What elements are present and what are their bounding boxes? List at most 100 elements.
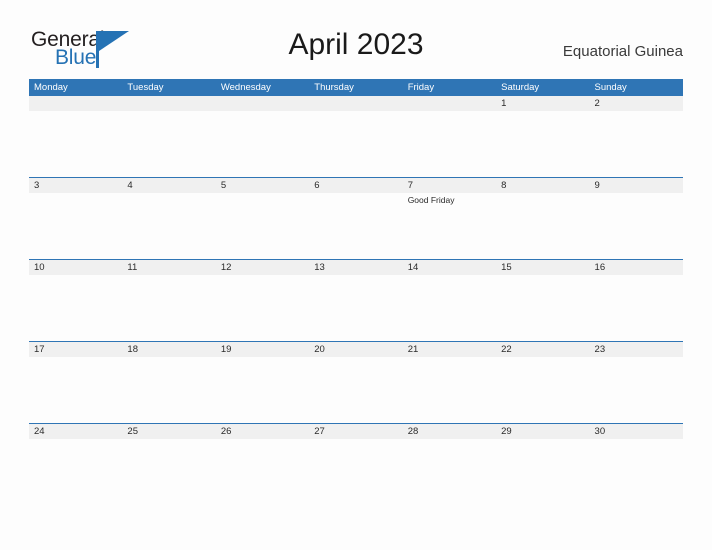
- day-number: 11: [127, 262, 138, 273]
- day-cell-empty: [309, 96, 403, 177]
- day-number-band: 10: [29, 260, 123, 275]
- day-number: 23: [594, 344, 606, 355]
- day-number-band: 30: [589, 424, 683, 439]
- day-events: [590, 193, 683, 195]
- day-number: 29: [501, 426, 512, 437]
- day-number-band: 26: [215, 424, 310, 439]
- day-events: [496, 439, 589, 441]
- day-cell[interactable]: 15: [496, 260, 590, 341]
- day-number: 2: [594, 98, 600, 109]
- day-cell[interactable]: 17: [29, 342, 123, 423]
- day-events: [496, 111, 589, 113]
- day-events: [29, 111, 122, 113]
- day-cell[interactable]: 1: [496, 96, 590, 177]
- day-number-band: 4: [122, 178, 216, 193]
- day-number: 25: [127, 426, 138, 437]
- day-number-band: 13: [309, 260, 403, 275]
- weekday-saturday: Saturday: [501, 82, 540, 93]
- day-number: 6: [314, 180, 320, 191]
- day-cell[interactable]: 3: [29, 178, 123, 259]
- day-cell[interactable]: 4: [122, 178, 216, 259]
- country-label: Equatorial Guinea: [562, 43, 683, 60]
- day-events: [309, 275, 402, 277]
- day-cell[interactable]: 5: [215, 178, 310, 259]
- calendar-week-row: 17 18 19 20 21 22 23: [29, 341, 683, 423]
- day-cell[interactable]: 9: [589, 178, 683, 259]
- day-events: [29, 275, 122, 277]
- page-header: General Blue April 2023 Equatorial Guine…: [0, 0, 712, 69]
- day-cell[interactable]: 8: [496, 178, 590, 259]
- day-cell[interactable]: 11: [122, 260, 216, 341]
- day-cell[interactable]: 28: [402, 424, 497, 505]
- day-cell[interactable]: 7 Good Friday: [402, 178, 497, 259]
- day-number-band: [215, 96, 310, 111]
- day-cell[interactable]: 21: [402, 342, 497, 423]
- day-events: [29, 439, 122, 441]
- day-events: [216, 439, 309, 441]
- day-cell[interactable]: 14: [402, 260, 497, 341]
- day-cell-empty: [29, 96, 123, 177]
- day-number-band: 29: [496, 424, 590, 439]
- day-number: 1: [501, 98, 507, 109]
- day-events: [29, 357, 122, 359]
- day-number: 7: [407, 180, 413, 191]
- day-number: 5: [220, 180, 227, 191]
- day-number-band: 5: [215, 178, 310, 193]
- day-cell[interactable]: 19: [215, 342, 310, 423]
- day-number-band: 24: [29, 424, 123, 439]
- day-cell[interactable]: 10: [29, 260, 123, 341]
- day-number: 21: [407, 344, 419, 355]
- day-cell[interactable]: 24: [29, 424, 123, 505]
- day-number-band: 8: [496, 178, 590, 193]
- day-events: [590, 439, 683, 441]
- day-cell[interactable]: 18: [122, 342, 216, 423]
- day-cell[interactable]: 30: [589, 424, 683, 505]
- day-number: 20: [314, 344, 325, 355]
- day-number-band: 28: [402, 424, 497, 439]
- day-number: 24: [34, 426, 45, 437]
- day-events: [403, 439, 496, 441]
- day-events: [590, 111, 683, 113]
- day-cell[interactable]: 23: [589, 342, 683, 423]
- day-number-band: 19: [215, 342, 310, 357]
- day-events: [122, 111, 215, 113]
- day-cell[interactable]: 29: [496, 424, 590, 505]
- day-events: [590, 357, 683, 359]
- day-events: [403, 275, 496, 277]
- calendar-week-row: 12: [29, 96, 683, 177]
- day-cell[interactable]: 12: [215, 260, 310, 341]
- day-cell[interactable]: 20: [309, 342, 403, 423]
- day-number-band: [402, 96, 497, 111]
- weekday-friday: Friday: [407, 82, 435, 93]
- day-number-band: [29, 96, 123, 111]
- day-cell[interactable]: 27: [309, 424, 403, 505]
- day-number-band: 14: [402, 260, 497, 275]
- day-events: [496, 357, 589, 359]
- day-events: [122, 275, 215, 277]
- day-events: [590, 275, 683, 277]
- day-number-band: 2: [589, 96, 683, 111]
- day-number: 22: [501, 344, 512, 355]
- day-number: 27: [314, 426, 325, 437]
- day-number: 13: [314, 262, 325, 273]
- day-events: [496, 193, 589, 195]
- day-events: [216, 111, 309, 113]
- day-cell[interactable]: 25: [122, 424, 216, 505]
- day-cell[interactable]: 16: [589, 260, 683, 341]
- day-events: [403, 111, 496, 113]
- day-number-band: 3: [29, 178, 123, 193]
- day-cell[interactable]: 26: [215, 424, 310, 505]
- day-cell[interactable]: 22: [496, 342, 590, 423]
- day-number-band: 17: [29, 342, 123, 357]
- day-number-band: 20: [309, 342, 403, 357]
- weekday-thursday: Thursday: [314, 82, 354, 93]
- day-cell[interactable]: 2: [589, 96, 683, 177]
- weekday-monday: Monday: [34, 82, 68, 93]
- day-events: [29, 193, 122, 195]
- day-number: 16: [594, 262, 606, 273]
- day-number-band: 22: [496, 342, 590, 357]
- day-number-band: 6: [309, 178, 403, 193]
- day-events: [309, 439, 402, 441]
- day-cell[interactable]: 13: [309, 260, 403, 341]
- day-cell[interactable]: 6: [309, 178, 403, 259]
